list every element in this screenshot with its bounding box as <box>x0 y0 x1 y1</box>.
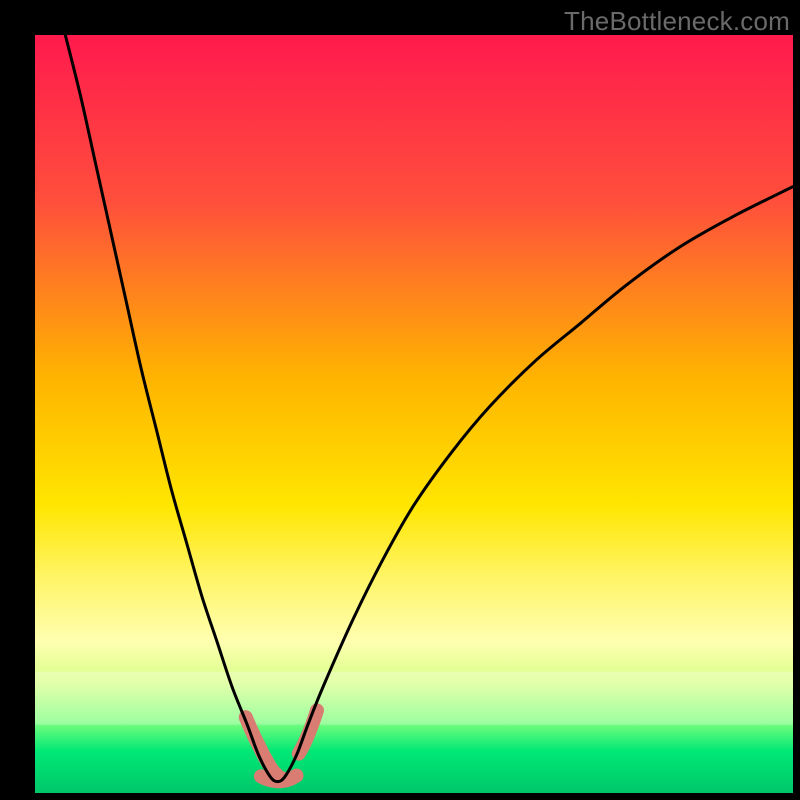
chart-frame: TheBottleneck.com <box>0 0 800 800</box>
highlight-band <box>35 672 793 725</box>
plot-area <box>35 35 793 793</box>
chart-svg <box>35 35 793 793</box>
watermark-text: TheBottleneck.com <box>564 6 790 37</box>
